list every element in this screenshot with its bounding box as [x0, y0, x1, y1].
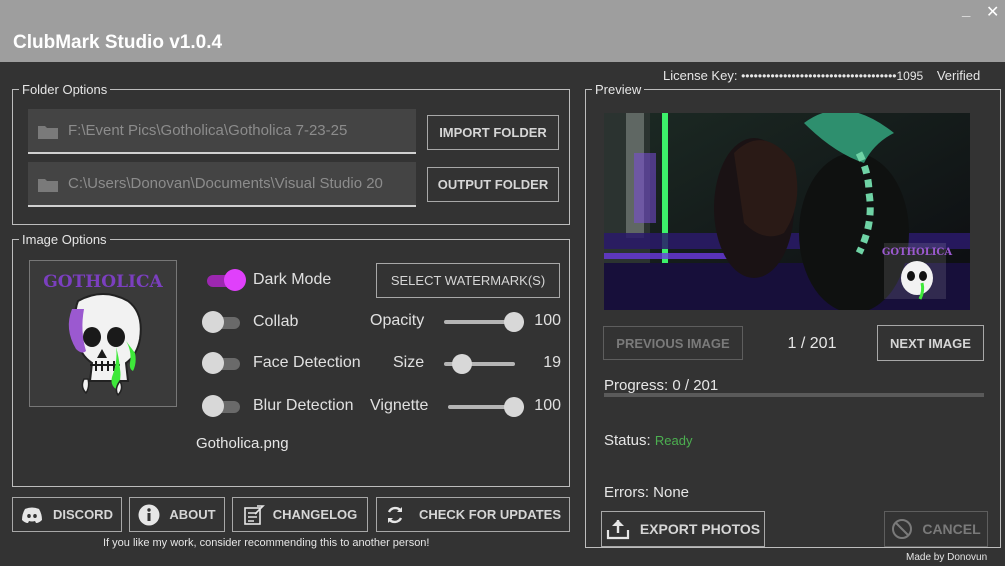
dark-mode-toggle[interactable] [207, 269, 246, 291]
watermark-preview[interactable]: GOTHOLICA [29, 260, 177, 407]
app-title: ClubMark Studio v1.0.4 [13, 32, 223, 53]
opacity-slider[interactable] [444, 312, 524, 332]
blur-detection-label: Blur Detection [253, 397, 354, 414]
license-row: License Key: •••••••••••••••••••••••••••… [663, 68, 980, 83]
slider-thumb[interactable] [451, 354, 472, 374]
svg-text:GOTHOLICA: GOTHOLICA [882, 247, 953, 258]
close-button[interactable]: ✕ [986, 2, 999, 22]
image-options-title: Image Options [22, 232, 107, 247]
import-path-text: F:\Event Pics\Gotholica\Gotholica 7-23-2… [68, 122, 348, 139]
size-slider[interactable] [444, 354, 515, 374]
preview-photo-image: GOTHOLICA [604, 113, 970, 310]
credit-text: Made by Donovun [906, 552, 988, 563]
check-updates-label: CHECK FOR UPDATES [418, 507, 562, 522]
license-label: License Key: [663, 68, 738, 83]
output-path-text: C:\Users\Donovan\Documents\Visual Studio… [68, 175, 383, 192]
progress-label: Progress: 0 / 201 [604, 377, 719, 394]
cancel-icon [892, 519, 913, 539]
watermark-filename: Gotholica.png [196, 435, 289, 452]
recommend-text: If you like my work, consider recommendi… [103, 537, 430, 549]
changelog-label: CHANGELOG [272, 507, 358, 522]
image-counter: 1 / 201 [787, 335, 837, 352]
upload-icon [606, 520, 629, 540]
select-watermark-button[interactable]: SELECT WATERMARK(S) [376, 263, 560, 298]
check-updates-button[interactable]: CHECK FOR UPDATES [376, 497, 570, 532]
import-path-field[interactable]: F:\Event Pics\Gotholica\Gotholica 7-23-2… [28, 109, 416, 154]
size-value: 19 [543, 354, 561, 371]
vignette-label: Vignette [370, 397, 429, 414]
import-folder-button[interactable]: IMPORT FOLDER [427, 115, 559, 150]
status-value: Ready [654, 433, 693, 448]
face-detection-toggle[interactable] [202, 352, 240, 374]
folder-icon [38, 179, 58, 192]
discord-label: DISCORD [53, 507, 113, 522]
minimize-button[interactable]: _ [962, 2, 970, 19]
opacity-label: Opacity [370, 312, 425, 329]
about-button[interactable]: ABOUT [129, 497, 225, 532]
collab-toggle[interactable] [202, 311, 240, 333]
status-label: Status: [604, 432, 651, 449]
status-row: Status: Ready [604, 432, 692, 449]
vignette-value: 100 [534, 397, 561, 414]
blur-detection-toggle[interactable] [202, 395, 240, 417]
face-detection-label: Face Detection [253, 354, 361, 371]
errors-label: Errors: None [604, 484, 690, 501]
collab-label: Collab [253, 313, 299, 330]
opacity-value: 100 [534, 312, 561, 329]
folder-icon [38, 126, 58, 139]
folder-options-title: Folder Options [22, 82, 108, 97]
refresh-icon [387, 506, 403, 523]
export-photos-label: EXPORT PHOTOS [639, 521, 761, 537]
export-photos-button[interactable]: EXPORT PHOTOS [601, 511, 765, 547]
output-path-field[interactable]: C:\Users\Donovan\Documents\Visual Studio… [28, 162, 416, 207]
license-status: Verified [936, 68, 981, 83]
size-label: Size [393, 354, 425, 371]
progress-bar [604, 393, 984, 397]
previous-image-button[interactable]: PREVIOUS IMAGE [603, 326, 743, 360]
vignette-slider[interactable] [448, 397, 524, 417]
preview-group: Preview GOTHOLICA PREVIOUS IMAGE 1 / 201… [585, 82, 1001, 548]
preview-title: Preview [595, 82, 642, 97]
cancel-label: CANCEL [922, 521, 981, 537]
discord-button[interactable]: DISCORD [12, 497, 122, 532]
discord-icon [22, 507, 43, 523]
dark-mode-label: Dark Mode [253, 271, 332, 288]
folder-options-group: Folder Options F:\Event Pics\Gotholica\G… [12, 82, 570, 225]
changelog-icon [243, 504, 265, 525]
info-icon [138, 504, 160, 525]
output-folder-button[interactable]: OUTPUT FOLDER [427, 167, 559, 202]
watermark-logo-text: GOTHOLICA [43, 272, 163, 292]
title-bar: ClubMark Studio v1.0.4 _ ✕ [0, 0, 1005, 62]
next-image-button[interactable]: NEXT IMAGE [877, 325, 984, 361]
preview-image[interactable]: GOTHOLICA [604, 113, 970, 310]
about-label: ABOUT [169, 507, 216, 522]
skull-logo-icon: GOTHOLICA [43, 272, 164, 397]
cancel-button[interactable]: CANCEL [884, 511, 988, 547]
image-options-group: Image Options GOTHOLICA Gotholica.png SE… [12, 232, 570, 487]
changelog-button[interactable]: CHANGELOG [232, 497, 368, 532]
license-key: •••••••••••••••••••••••••••••••••••••109… [741, 69, 924, 83]
